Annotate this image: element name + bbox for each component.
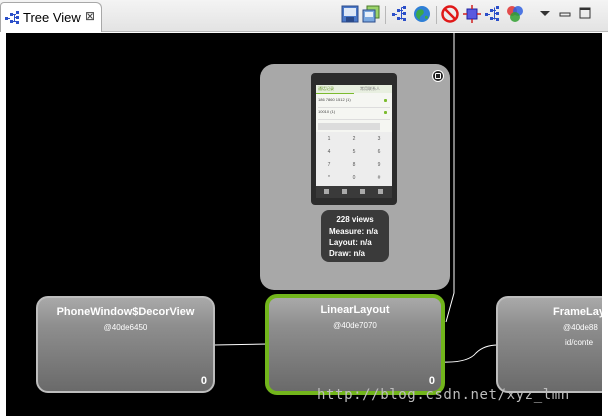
minimize-icon[interactable] bbox=[556, 5, 574, 23]
dialpad-key: 4 bbox=[327, 149, 331, 155]
tree-node-framelayout[interactable]: FrameLay @40de88 id/conte bbox=[496, 296, 602, 393]
watermark: http://blog.csdn.net/xyz_lmn bbox=[317, 387, 570, 403]
dialpad-key: 1 bbox=[327, 136, 331, 142]
dialpad-key: 9 bbox=[377, 162, 381, 168]
dialpad-key: 3 bbox=[377, 136, 381, 142]
screen-tab-calls: 通话记录 bbox=[318, 86, 334, 91]
save-layers-icon[interactable] bbox=[362, 5, 380, 23]
request-layout-icon[interactable] bbox=[463, 5, 481, 23]
dialpad-key: * bbox=[328, 175, 330, 181]
node-child-count: 0 bbox=[200, 375, 207, 387]
tree-canvas[interactable]: 通话记录 常用联系人 186 7860 1512 (1) 10010 (1) 1… bbox=[6, 33, 602, 416]
screen-dialpad: 1 2 3 4 5 6 7 8 9 * 0 # bbox=[316, 132, 392, 186]
device-screen: 通话记录 常用联系人 186 7860 1512 (1) 10010 (1) 1… bbox=[316, 85, 392, 198]
screen-call-number: 186 7860 1512 (1) bbox=[318, 97, 351, 102]
node-address: @40de6450 bbox=[103, 323, 148, 332]
screen-call-row: 10010 (1) bbox=[318, 109, 390, 120]
tab-title: Tree View bbox=[23, 10, 81, 25]
close-icon[interactable]: ⊠ bbox=[85, 9, 95, 23]
screen-call-row: 186 7860 1512 (1) bbox=[318, 97, 390, 108]
screen-tab-contacts: 常用联系人 bbox=[360, 86, 380, 91]
view-stats: 228 views Measure: n/a Layout: n/a Draw:… bbox=[321, 210, 389, 262]
node-class-name: FrameLay bbox=[553, 306, 602, 318]
phone-icon bbox=[384, 111, 387, 114]
node-child-count: 0 bbox=[428, 375, 435, 387]
dialpad-key: # bbox=[377, 175, 381, 181]
dialpad-key: 5 bbox=[352, 149, 356, 155]
node-address: @40de88 bbox=[563, 323, 598, 332]
bar-icon bbox=[324, 189, 329, 194]
node-class-name: LinearLayout bbox=[320, 304, 390, 316]
draw-time: Draw: n/a bbox=[329, 249, 366, 258]
preview-balloon: 通话记录 常用联系人 186 7860 1512 (1) 10010 (1) 1… bbox=[260, 64, 450, 290]
screen-call-number: 10010 (1) bbox=[318, 109, 336, 114]
overdraw-icon[interactable] bbox=[506, 5, 524, 23]
bar-icon bbox=[342, 189, 347, 194]
measure-time: Measure: n/a bbox=[329, 227, 378, 236]
screen-tabs: 通话记录 常用联系人 bbox=[316, 85, 392, 93]
bar-icon bbox=[378, 189, 383, 194]
display-view-icon[interactable] bbox=[413, 5, 431, 23]
view-menu-icon[interactable] bbox=[536, 5, 554, 23]
tree-node-linearlayout[interactable]: LinearLayout @40de7070 0 bbox=[265, 294, 445, 395]
node-id: id/conte bbox=[565, 338, 594, 347]
screen-dial-input bbox=[318, 123, 380, 130]
view-toolbar: Tree View ⊠ bbox=[0, 0, 608, 32]
dialpad-key: 0 bbox=[352, 175, 356, 181]
toolbar-separator bbox=[436, 6, 437, 24]
close-preview-icon[interactable] bbox=[432, 70, 444, 82]
dialpad-key: 8 bbox=[352, 162, 356, 168]
tree-node-decorview[interactable]: PhoneWindow$DecorView @40de6450 0 bbox=[36, 296, 215, 393]
invalidate-layout-icon[interactable] bbox=[441, 5, 459, 23]
tab-tree-view[interactable]: Tree View ⊠ bbox=[0, 2, 102, 32]
screen-bottom-bar bbox=[316, 186, 392, 198]
bar-icon bbox=[360, 189, 365, 194]
node-class-name: PhoneWindow$DecorView bbox=[56, 306, 195, 318]
tree-view-icon bbox=[5, 11, 19, 24]
maximize-icon[interactable] bbox=[576, 5, 594, 23]
dialpad-key: 6 bbox=[377, 149, 381, 155]
dialpad-key: 7 bbox=[327, 162, 331, 168]
dialpad-key: 2 bbox=[352, 136, 356, 142]
node-address: @40de7070 bbox=[333, 321, 377, 330]
views-count: 228 views bbox=[336, 215, 374, 224]
phone-icon bbox=[384, 99, 387, 102]
screen-tab-indicator bbox=[316, 93, 354, 94]
refresh-tree-icon[interactable] bbox=[391, 5, 409, 23]
toolbar-separator bbox=[385, 6, 386, 24]
save-image-icon[interactable] bbox=[341, 5, 359, 23]
layout-time: Layout: n/a bbox=[329, 238, 372, 247]
device-preview: 通话记录 常用联系人 186 7860 1512 (1) 10010 (1) 1… bbox=[311, 73, 397, 205]
dump-display-list-icon[interactable] bbox=[484, 5, 502, 23]
